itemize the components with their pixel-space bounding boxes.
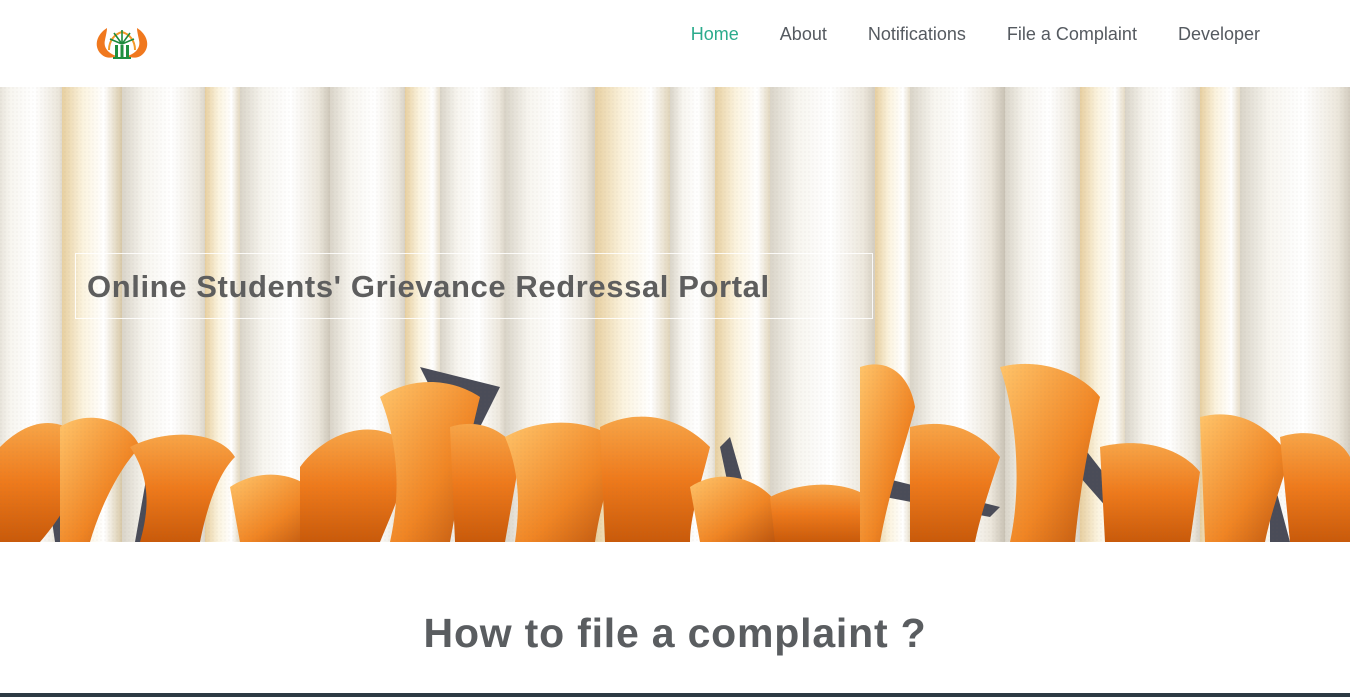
hero-title-box: Online Students' Grievance Redressal Por…: [75, 253, 873, 319]
nav-notifications[interactable]: Notifications: [868, 22, 966, 46]
nav-file-a-complaint[interactable]: File a Complaint: [1007, 22, 1137, 46]
institution-logo-icon[interactable]: [93, 20, 151, 64]
hero-banner: Online Students' Grievance Redressal Por…: [0, 87, 1350, 542]
main-nav: Home About Notifications File a Complain…: [650, 22, 1260, 46]
how-to-file-heading: How to file a complaint ?: [423, 610, 927, 656]
hero-title: Online Students' Grievance Redressal Por…: [87, 269, 770, 304]
nav-home[interactable]: Home: [691, 22, 739, 46]
section-divider: [0, 693, 1350, 697]
nav-about[interactable]: About: [780, 22, 827, 46]
nav-developer[interactable]: Developer: [1178, 22, 1260, 46]
site-header: Home About Notifications File a Complain…: [0, 0, 1350, 87]
